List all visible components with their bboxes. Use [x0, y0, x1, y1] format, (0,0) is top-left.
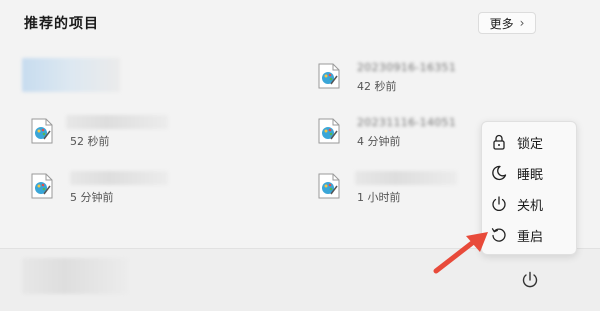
lock-icon — [493, 134, 505, 150]
item-time: 4 分钟前 — [357, 135, 401, 148]
item-time: 5 分钟前 — [70, 191, 114, 204]
user-account[interactable] — [22, 258, 128, 294]
item-time: 52 秒前 — [70, 135, 110, 148]
item-title: 20230916-163511 — [357, 61, 457, 71]
image-file-icon — [31, 173, 53, 199]
image-file-icon — [318, 173, 340, 199]
recommended-title: 推荐的项目 — [24, 16, 99, 32]
power-button[interactable] — [520, 270, 540, 290]
more-button-label: 更多 — [489, 16, 514, 31]
item-time: 1 小时前 — [357, 191, 401, 204]
more-button[interactable]: 更多 › — [478, 12, 536, 34]
menu-item-sleep[interactable]: 睡眠 — [490, 159, 570, 187]
annotation-arrow-icon — [433, 232, 488, 274]
moon-icon — [492, 165, 507, 181]
redacted-title — [66, 115, 168, 129]
item-time: 42 秒前 — [357, 80, 397, 93]
menu-item-restart[interactable]: 重启 — [490, 221, 570, 249]
item-title: 20231116-14051 — [357, 116, 457, 126]
power-icon — [492, 196, 506, 211]
menu-item-label: 重启 — [517, 229, 544, 245]
chevron-right-icon: › — [519, 16, 525, 30]
redacted-item[interactable] — [22, 58, 120, 92]
menu-item-label: 睡眠 — [517, 167, 544, 183]
menu-item-shutdown[interactable]: 关机 — [490, 190, 570, 218]
redacted-title — [355, 171, 457, 185]
image-file-icon — [318, 118, 340, 144]
menu-item-lock[interactable]: 锁定 — [490, 128, 570, 156]
menu-item-label: 关机 — [517, 198, 544, 214]
image-file-icon — [31, 118, 53, 144]
menu-item-label: 锁定 — [517, 136, 544, 152]
redacted-title — [70, 171, 168, 185]
image-file-icon — [318, 63, 340, 89]
